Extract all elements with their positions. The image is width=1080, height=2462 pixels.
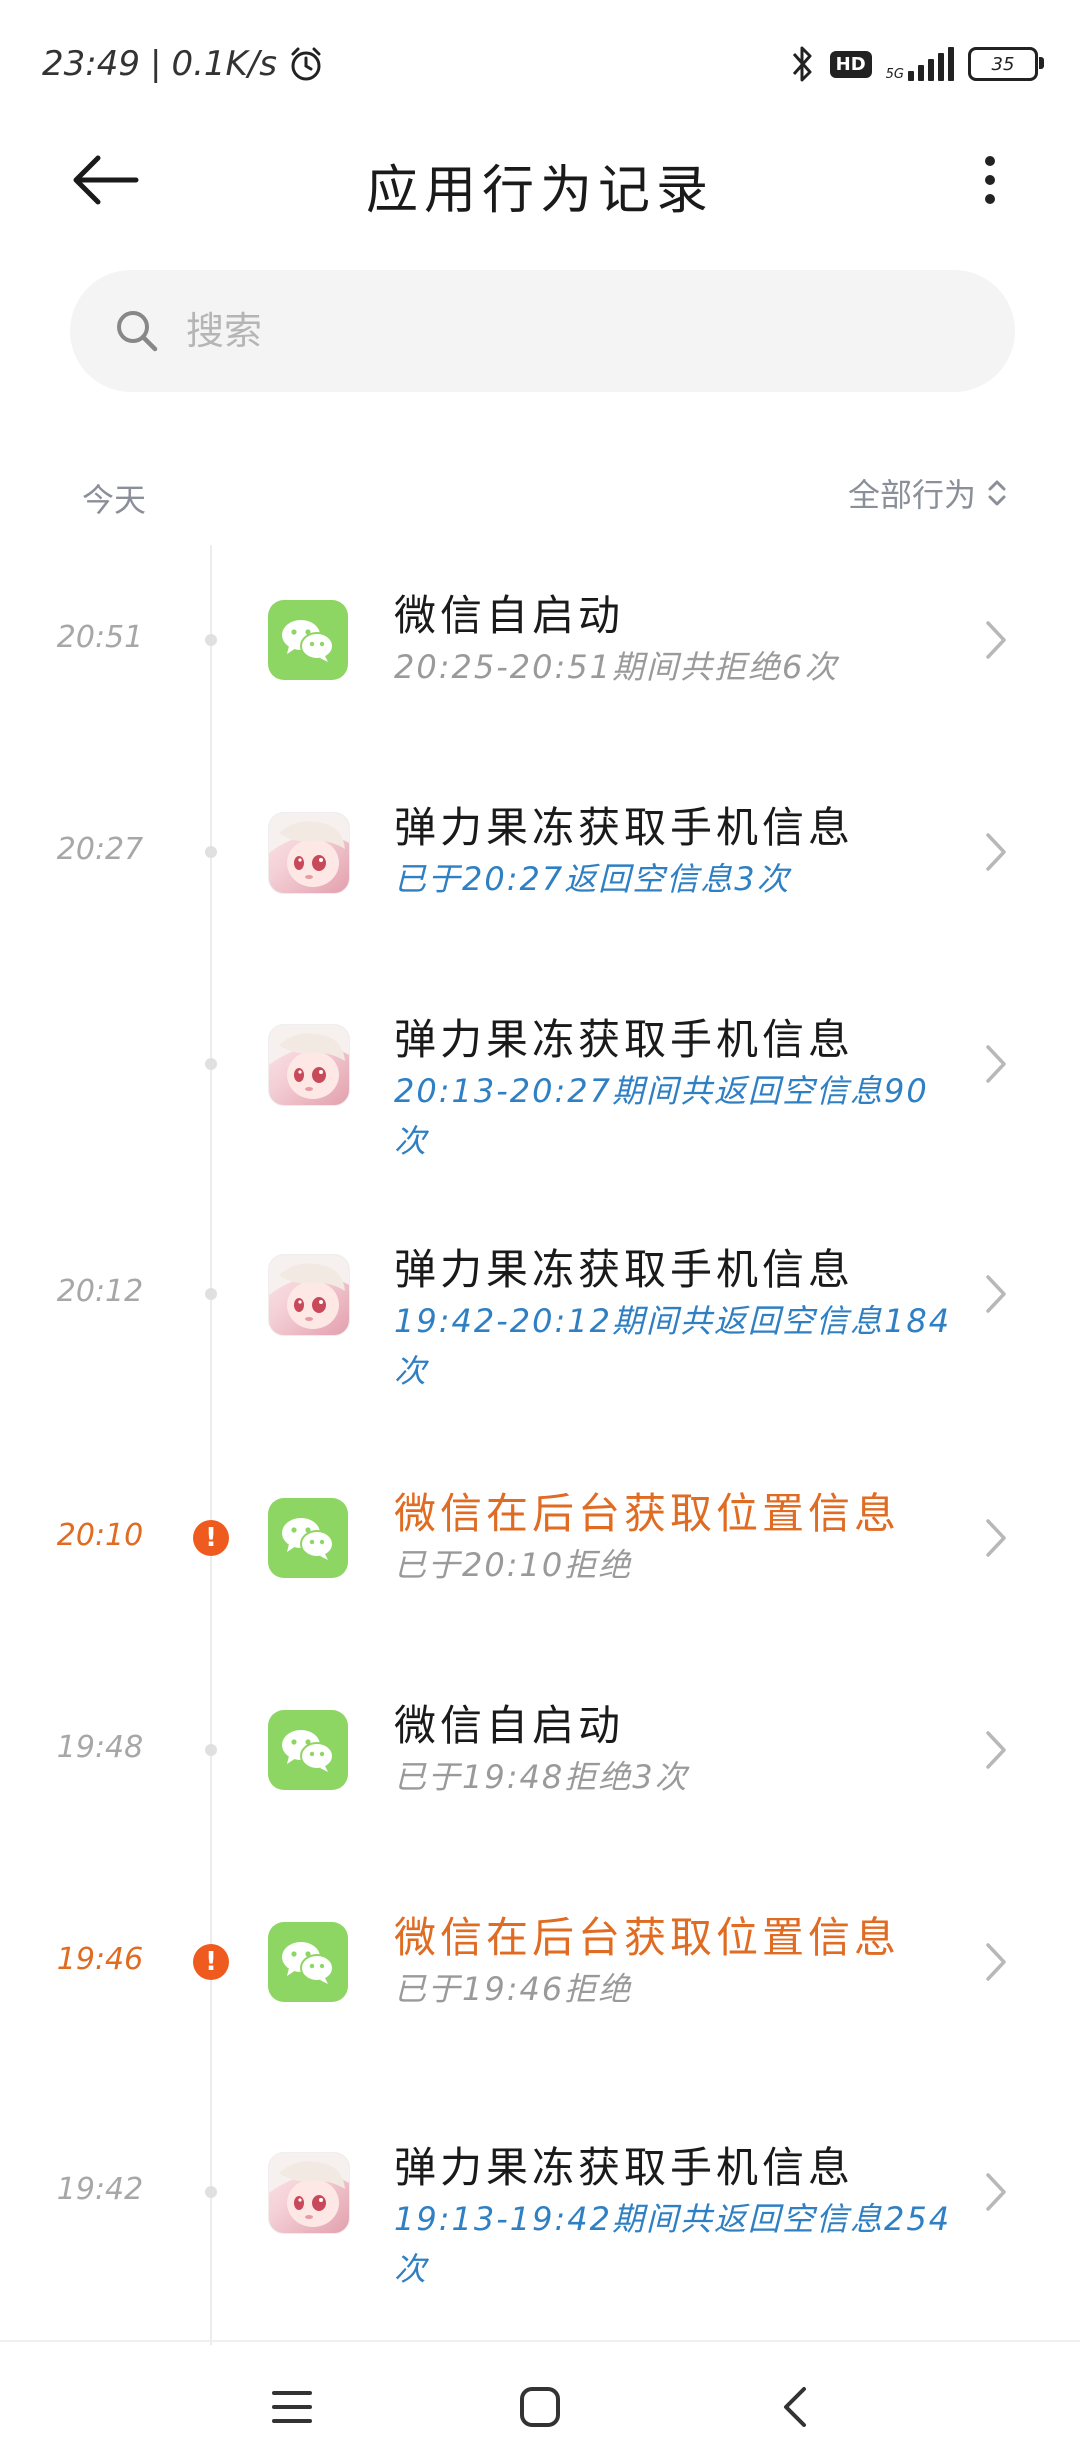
menu-icon [272,2391,312,2423]
home-button[interactable] [510,2377,570,2437]
record-title: 微信在后台获取位置信息 [394,1489,901,1538]
network-type-label: 5G [885,67,904,82]
record-subtitle: 已于19:46拒绝 [394,1970,633,2008]
record-row[interactable]: 20:51 微信自启动 20:25-20:51期间共拒绝6次 [0,540,1080,740]
warning-icon: ! [193,1944,229,1980]
network-speed: 0.1K/s [171,44,277,84]
battery-level: 35 [991,53,1015,75]
alarm-icon [291,47,321,81]
record-time: 19:46 [56,1942,144,1977]
status-bar: 23:49 | 0.1K/s HD 5G 35 [0,0,1080,130]
home-square-icon [520,2387,560,2427]
record-time: 20:10 [56,1518,144,1553]
more-dot [985,194,995,204]
record-time: 19:48 [56,1730,144,1765]
jelly-app-icon [268,1024,350,1106]
timeline-dot [205,846,217,858]
wechat-app-icon [268,1710,348,1790]
recent-apps-button[interactable] [262,2377,322,2437]
chevron-right-icon [980,617,1010,663]
record-row[interactable]: 19:46! 微信在后台获取位置信息已于19:46拒绝 [0,1862,1080,2062]
cellular-indicator: 5G [886,47,954,81]
record-subtitle: 20:25-20:51期间共拒绝6次 [394,648,839,686]
behavior-filter-dropdown[interactable]: 全部行为 [848,470,1008,516]
warning-icon: ! [193,1520,229,1556]
jelly-app-icon [268,1254,350,1336]
record-row[interactable]: 20:10! 微信在后台获取位置信息已于20:10拒绝 [0,1438,1080,1638]
record-subtitle: 已于20:10拒绝 [394,1546,633,1584]
chevron-right-icon [980,829,1010,875]
record-subtitle: 已于19:48拒绝3次 [394,1758,689,1796]
jelly-app-icon [268,2152,350,2234]
record-row[interactable]: 弹力果冻获取手机信息 20:13-20:27期间共返回空信息90次 [0,964,1080,1164]
search-bar[interactable] [70,270,1015,392]
chevron-right-icon [980,1727,1010,1773]
chevron-right-icon [980,1939,1010,1985]
wechat-app-icon [268,1498,348,1578]
record-time: 20:27 [56,832,144,867]
bluetooth-icon [792,46,812,82]
search-input[interactable] [184,308,948,354]
hd-badge: HD [829,50,872,78]
more-dot [985,156,995,166]
sort-toggle-icon [988,480,1006,506]
jelly-app-icon [268,812,350,894]
search-icon [117,311,158,352]
timeline-dot [205,2186,217,2198]
record-title: 微信自启动 [394,1701,625,1750]
signal-icon [908,47,954,81]
chevron-right-icon [980,1041,1010,1087]
record-title: 微信自启动 [394,591,625,640]
timeline-dot [205,634,217,646]
record-row[interactable]: 20:27 弹力果冻获取手机信息已于20:27返回空信息3次 [0,752,1080,952]
timeline-dot [205,1288,217,1300]
more-dot [985,175,995,185]
status-left: 23:49 | 0.1K/s [42,44,325,84]
chevron-right-icon [980,1515,1010,1561]
battery-icon: 35 [968,47,1044,81]
timeline-dot [205,1744,217,1756]
record-title: 弹力果冻获取手机信息 [394,1245,855,1294]
record-row[interactable]: 19:42 弹力果冻获取手机信息 19:13-19:42期间共返回空信息254次 [0,2074,1080,2288]
record-subtitle: 19:13-19:42期间共返回空信息254次 [394,2200,952,2288]
record-title: 弹力果冻获取手机信息 [394,803,855,852]
record-row[interactable]: 20:12 弹力果冻获取手机信息 19:42-20:12期间共返回空信息184次 [0,1176,1080,1390]
record-title: 弹力果冻获取手机信息 [394,2143,855,2192]
section-date-label: 今天 [82,481,147,519]
record-title: 微信在后台获取位置信息 [394,1913,901,1962]
filter-label: 全部行为 [847,476,976,514]
record-subtitle: 已于20:27返回空信息3次 [394,860,791,898]
record-subtitle: 19:42-20:12期间共返回空信息184次 [394,1302,952,1390]
record-time: 20:51 [56,620,144,655]
navigation-bar [0,2340,1080,2462]
record-time: 19:42 [56,2172,144,2207]
timeline-dot [205,1058,217,1070]
record-title: 弹力果冻获取手机信息 [394,1015,855,1064]
status-right: HD 5G 35 [790,44,1044,84]
app-header: 应用行为记录 [0,130,1080,230]
chevron-left-icon [784,2387,806,2427]
page-title: 应用行为记录 [365,161,714,221]
wechat-app-icon [268,1922,348,2002]
nav-back-button[interactable] [765,2377,825,2437]
record-row[interactable]: 19:48 微信自启动已于19:48拒绝3次 [0,1650,1080,1850]
chevron-right-icon [980,2169,1010,2215]
clock: 23:49 [42,44,140,84]
more-options-button[interactable] [960,140,1020,220]
chevron-right-icon [980,1271,1010,1317]
record-subtitle: 20:13-20:27期间共返回空信息90次 [394,1072,929,1160]
wechat-app-icon [268,600,348,680]
separator: | [149,44,162,84]
record-time: 20:12 [56,1274,144,1309]
